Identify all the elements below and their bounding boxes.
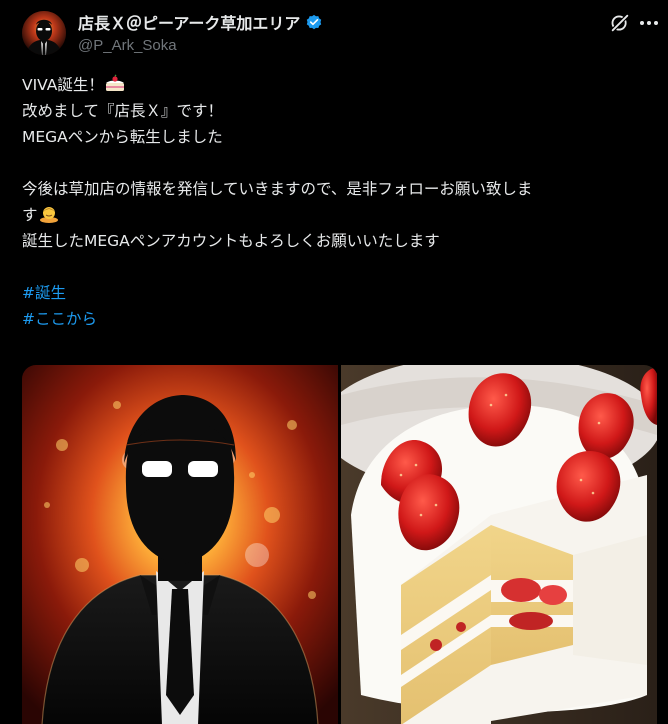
author-display-name[interactable]: 店長Ｘ＠ピーアーク草加エリア [78,10,300,34]
bowing-person-emoji-icon [38,203,60,231]
media-grid [22,365,658,724]
cake-emoji-icon [104,73,126,101]
media-image-cake[interactable] [341,365,657,724]
author-handle[interactable]: @P_Ark_Soka [78,37,177,54]
hashtag-link[interactable]: #ここから [22,310,97,328]
tweet-line-2: 改めまして『店長Ｘ』です！ [22,102,224,120]
media-image-silhouette[interactable] [22,365,338,724]
hashtag-link[interactable]: #誕生 [22,284,66,302]
strawberry-shortcake-image [341,365,657,724]
verified-badge-icon [307,14,322,30]
tweet-line-4: 今後は草加店の情報を発信していきますので、是非フォローお願い致しま [22,180,533,198]
hashtag-birth[interactable]: #誕生 [22,280,652,306]
tweet-line-1: VIVA誕生！ [22,72,652,98]
tweet-line-5: す [22,202,652,228]
silhouette-man-fire-image [22,365,338,724]
tweet-text: VIVA誕生！ 改めまして『店長Ｘ』です！ MEGAペンから転生しました 今後は… [22,72,652,332]
tweet-line-3: MEGAペンから転生しました [22,128,223,146]
author-avatar[interactable] [22,11,66,55]
tweet-line-6: 誕生したMEGAペンアカウントもよろしくお願いいたします [22,232,440,250]
author-name-row[interactable]: 店長Ｘ＠ピーアーク草加エリア [78,11,323,33]
more-options-icon[interactable] [640,14,662,32]
silhouette-avatar-icon [22,11,66,55]
hashtag-from-here[interactable]: #ここから [22,306,652,332]
grok-icon[interactable] [609,12,631,34]
tweet: 店長Ｘ＠ピーアーク草加エリア @P_Ark_Soka VIVA誕生！ 改めまして… [0,0,668,724]
